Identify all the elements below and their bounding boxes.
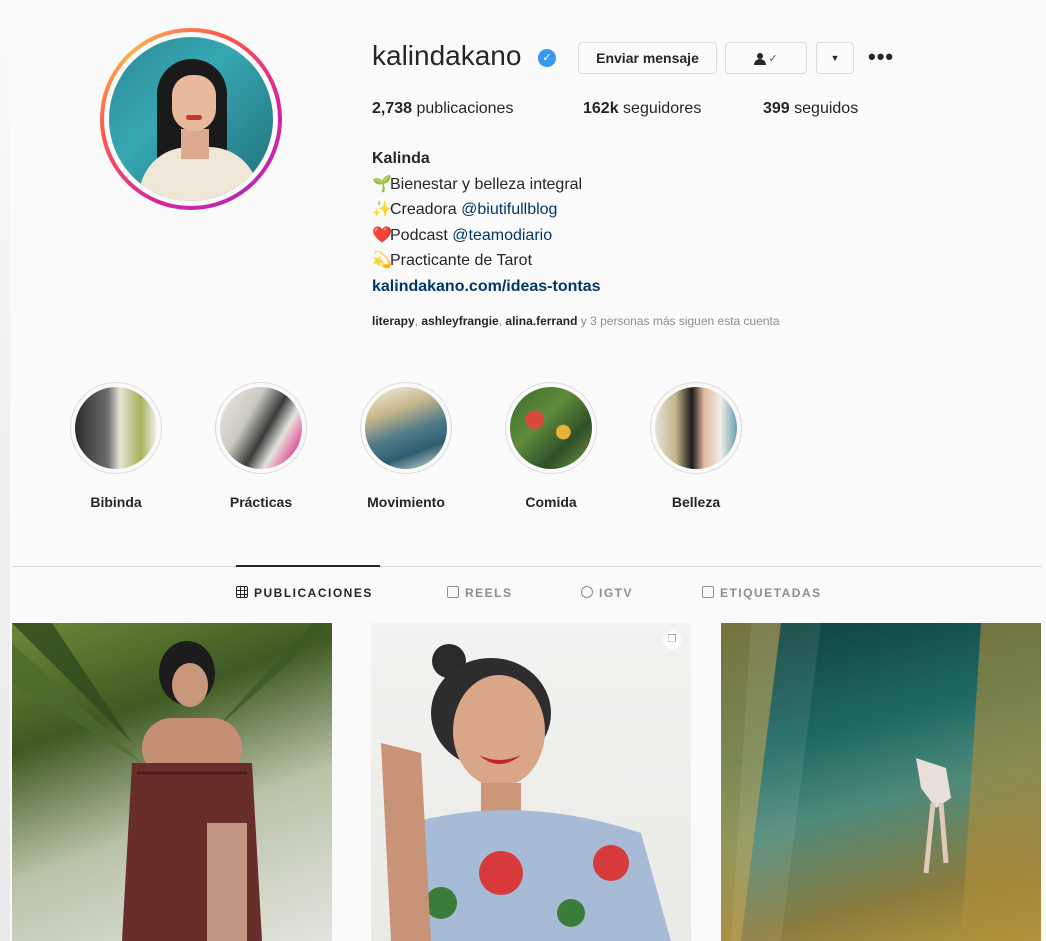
highlight-label: Belleza: [671, 494, 721, 510]
post-image: [721, 623, 1041, 941]
followed-by-text[interactable]: literapy, ashleyfrangie, alina.ferrand y…: [372, 314, 780, 328]
post-image: [381, 644, 671, 941]
sparkles-icon: ✨: [372, 201, 392, 218]
bio-line: 💫Practicante de Tarot: [372, 248, 601, 274]
person-icon: [754, 53, 767, 66]
highlight-practicas[interactable]: Prácticas: [213, 382, 309, 510]
heart-icon: ❤️: [372, 226, 392, 244]
post-thumbnail[interactable]: [12, 623, 332, 941]
tabs-divider: [12, 566, 1042, 567]
tagged-icon: [702, 586, 714, 598]
highlight-cover-image: [365, 387, 447, 469]
left-edge: [0, 0, 10, 941]
highlight-label: Movimiento: [367, 494, 445, 510]
seedling-icon: 🌱: [372, 175, 392, 193]
check-icon: ✓: [768, 53, 778, 66]
grid-icon: [236, 586, 248, 598]
bio-line: 🌱Bienestar y belleza integral: [372, 172, 601, 198]
profile-page: kalindakano ✓ Enviar mensaje ✓ ▼ ••• 2,7…: [10, 0, 1046, 941]
chevron-down-icon: ▼: [830, 53, 840, 63]
stat-posts: 2,738 publicaciones: [372, 100, 514, 117]
post-thumbnail[interactable]: [721, 623, 1041, 941]
highlight-movimiento[interactable]: Movimiento: [358, 382, 454, 510]
tab-publicaciones[interactable]: PUBLICACIONES: [236, 586, 373, 600]
website-link[interactable]: kalindakano.com/ideas-tontas: [372, 274, 601, 300]
active-tab-indicator: [236, 565, 380, 567]
highlight-cover-image: [220, 387, 302, 469]
mention-link[interactable]: @biutifullblog: [461, 201, 557, 218]
highlight-belleza[interactable]: Belleza: [648, 382, 744, 510]
bio-line: ❤️Podcast @teamodiario: [372, 223, 601, 249]
mention-link[interactable]: @teamodiario: [452, 227, 552, 244]
highlight-comida[interactable]: Comida: [503, 382, 599, 510]
tab-etiquetadas[interactable]: ETIQUETADAS: [702, 586, 822, 600]
full-name: Kalinda: [372, 150, 430, 167]
stat-following[interactable]: 399 seguidos: [763, 100, 858, 118]
post-thumbnail[interactable]: ❐: [371, 623, 691, 941]
profile-avatar: [109, 37, 273, 201]
following-button[interactable]: ✓: [725, 42, 807, 74]
highlight-cover-image: [510, 387, 592, 469]
send-message-button[interactable]: Enviar mensaje: [578, 42, 717, 74]
igtv-icon: [581, 586, 593, 598]
suggested-dropdown-button[interactable]: ▼: [816, 42, 854, 74]
carousel-icon: ❐: [663, 631, 681, 649]
dizzy-star-icon: 💫: [372, 252, 392, 269]
profile-avatar-story-ring[interactable]: [100, 28, 282, 210]
reels-icon: [447, 586, 459, 598]
highlight-label: Bibinda: [90, 494, 142, 510]
tab-reels[interactable]: REELS: [447, 586, 513, 600]
bio-line: ✨Creadora @biutifullblog: [372, 197, 601, 223]
highlight-cover-image: [655, 387, 737, 469]
more-options-icon[interactable]: •••: [868, 44, 894, 70]
verified-badge-icon: ✓: [538, 49, 556, 67]
highlight-label: Prácticas: [229, 494, 293, 510]
stat-followers[interactable]: 162k seguidores: [583, 100, 701, 118]
profile-bio: Kalinda 🌱Bienestar y belleza integral ✨C…: [372, 146, 601, 299]
username: kalindakano: [372, 40, 522, 71]
highlight-bibinda[interactable]: Bibinda: [68, 382, 164, 510]
post-image: [12, 623, 332, 941]
tab-igtv[interactable]: IGTV: [581, 586, 633, 600]
highlight-label: Comida: [525, 494, 577, 510]
highlight-cover-image: [75, 387, 157, 469]
